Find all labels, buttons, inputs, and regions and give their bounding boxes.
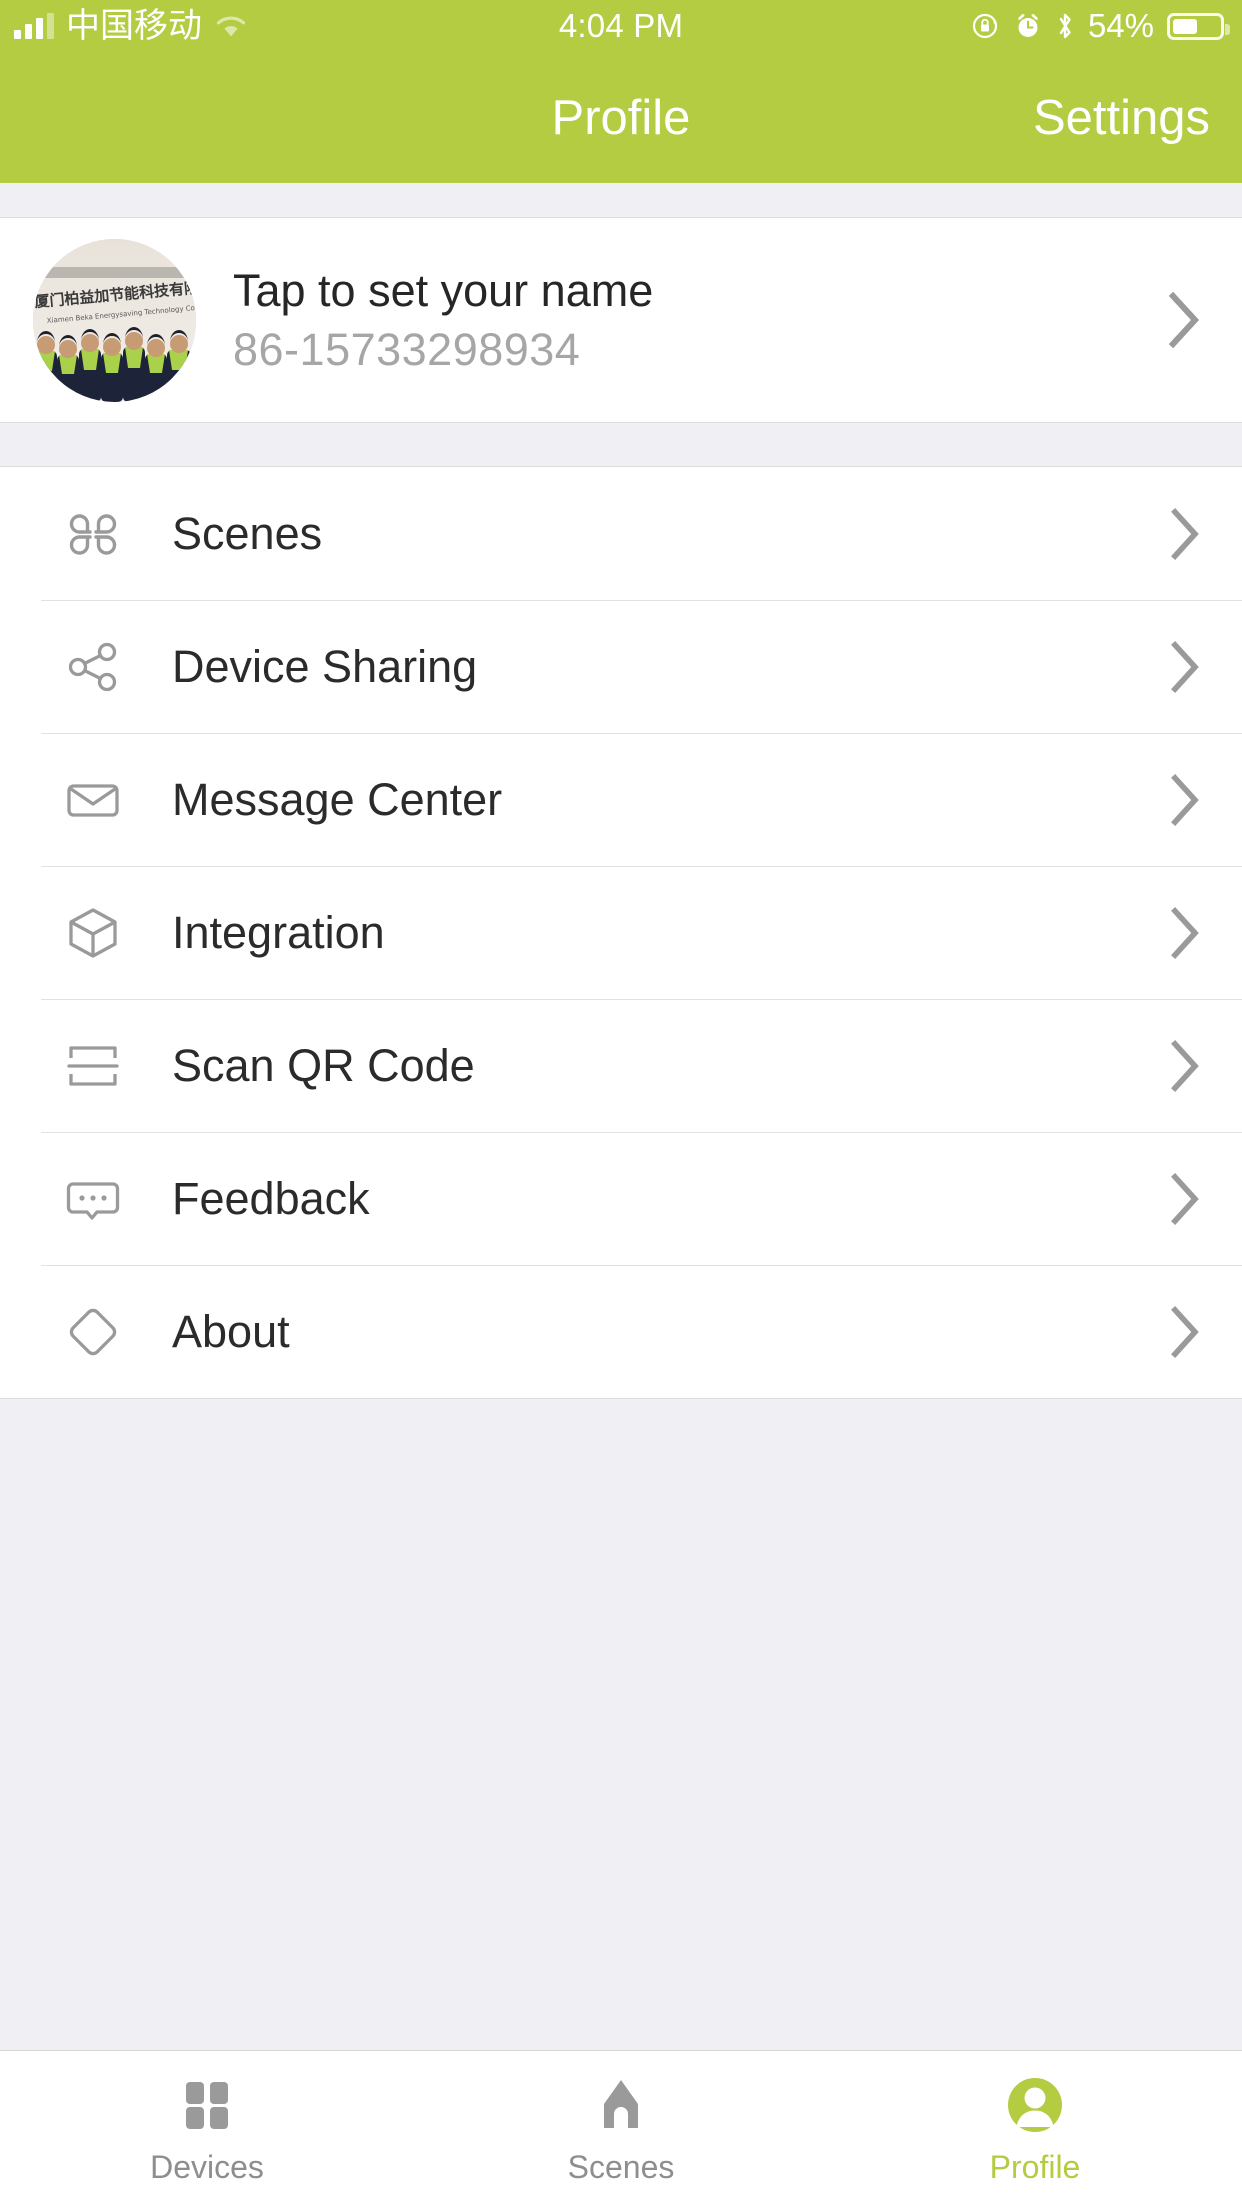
profile-text: Tap to set your name 86-15733298934 <box>233 265 653 376</box>
menu-item-label: Integration <box>172 906 385 958</box>
diamond-icon <box>62 1301 124 1363</box>
menu-item-integration[interactable]: Integration <box>0 866 1242 999</box>
menu-item-about[interactable]: About <box>0 1265 1242 1398</box>
chevron-right-icon <box>1170 1305 1202 1359</box>
settings-button[interactable]: Settings <box>1033 52 1210 183</box>
user-avatar-photo[interactable]: 厦门柏益加节能科技有限公司 Xiamen Beka Energysaving T… <box>33 238 196 402</box>
chevron-right-icon <box>1170 640 1202 694</box>
alarm-clock-icon <box>1014 12 1042 40</box>
profile-row[interactable]: 厦门柏益加节能科技有限公司 Xiamen Beka Energysaving T… <box>0 217 1242 423</box>
tab-bar: Devices Scenes Profile <box>0 2050 1242 2208</box>
battery-percent-label: 54% <box>1087 7 1154 44</box>
menu-item-scenes[interactable]: Scenes <box>0 467 1242 600</box>
menu-item-scan-qr-code[interactable]: Scan QR Code <box>0 999 1242 1132</box>
chevron-right-icon <box>1168 291 1202 349</box>
menu-item-label: Feedback <box>172 1172 370 1224</box>
tab-profile[interactable]: Profile <box>828 2051 1242 2208</box>
home-icon <box>590 2074 652 2136</box>
profile-phone: 86-15733298934 <box>233 323 581 375</box>
nav-bar: Profile Settings <box>0 52 1242 183</box>
menu-item-label: Device Sharing <box>172 640 478 692</box>
section-gap-top <box>0 183 1242 217</box>
menu-item-feedback[interactable]: Feedback <box>0 1132 1242 1265</box>
header: 中国移动 4:04 PM 54% Profile Settings <box>0 0 1242 183</box>
status-bar-right: 54% <box>971 0 1230 52</box>
menu-item-message-center[interactable]: Message Center <box>0 733 1242 866</box>
clock-label: 4:04 PM <box>558 7 684 44</box>
cube-3d-icon <box>62 902 124 964</box>
menu-item-device-sharing[interactable]: Device Sharing <box>0 600 1242 733</box>
status-bar: 中国移动 4:04 PM 54% <box>0 0 1242 52</box>
clover-grid-icon <box>62 503 124 565</box>
menu-list: Scenes Device Sharing Message Center Int… <box>0 466 1242 1399</box>
chevron-right-icon <box>1170 1172 1202 1226</box>
tab-devices[interactable]: Devices <box>0 2051 414 2208</box>
tab-label: Devices <box>150 2148 264 2185</box>
share-nodes-icon <box>62 636 124 698</box>
menu-item-label: Scenes <box>172 507 323 559</box>
envelope-icon <box>62 769 124 831</box>
menu-item-label: Message Center <box>172 773 503 825</box>
scan-code-icon <box>62 1035 124 1097</box>
tab-label: Scenes <box>567 2148 675 2185</box>
chevron-right-icon <box>1170 1039 1202 1093</box>
speech-bubble-icon <box>62 1168 124 1230</box>
grid-squares-icon <box>176 2074 238 2136</box>
chevron-right-icon <box>1170 906 1202 960</box>
rotation-lock-icon <box>971 11 1001 41</box>
tab-label: Profile <box>989 2148 1081 2185</box>
menu-item-label: About <box>172 1305 290 1357</box>
profile-name: Tap to set your name <box>233 264 654 316</box>
chevron-right-icon <box>1170 773 1202 827</box>
chevron-right-icon <box>1170 507 1202 561</box>
empty-area <box>0 1513 1242 2050</box>
battery-icon <box>1167 12 1230 40</box>
tab-scenes[interactable]: Scenes <box>414 2051 828 2208</box>
menu-item-label: Scan QR Code <box>172 1039 475 1091</box>
bluetooth-icon <box>1055 11 1075 41</box>
app-screen: 中国移动 4:04 PM 54% Profile Settings 厦门柏益加节… <box>0 0 1242 2208</box>
person-circle-icon <box>1004 2074 1066 2136</box>
section-gap-middle <box>0 423 1242 466</box>
